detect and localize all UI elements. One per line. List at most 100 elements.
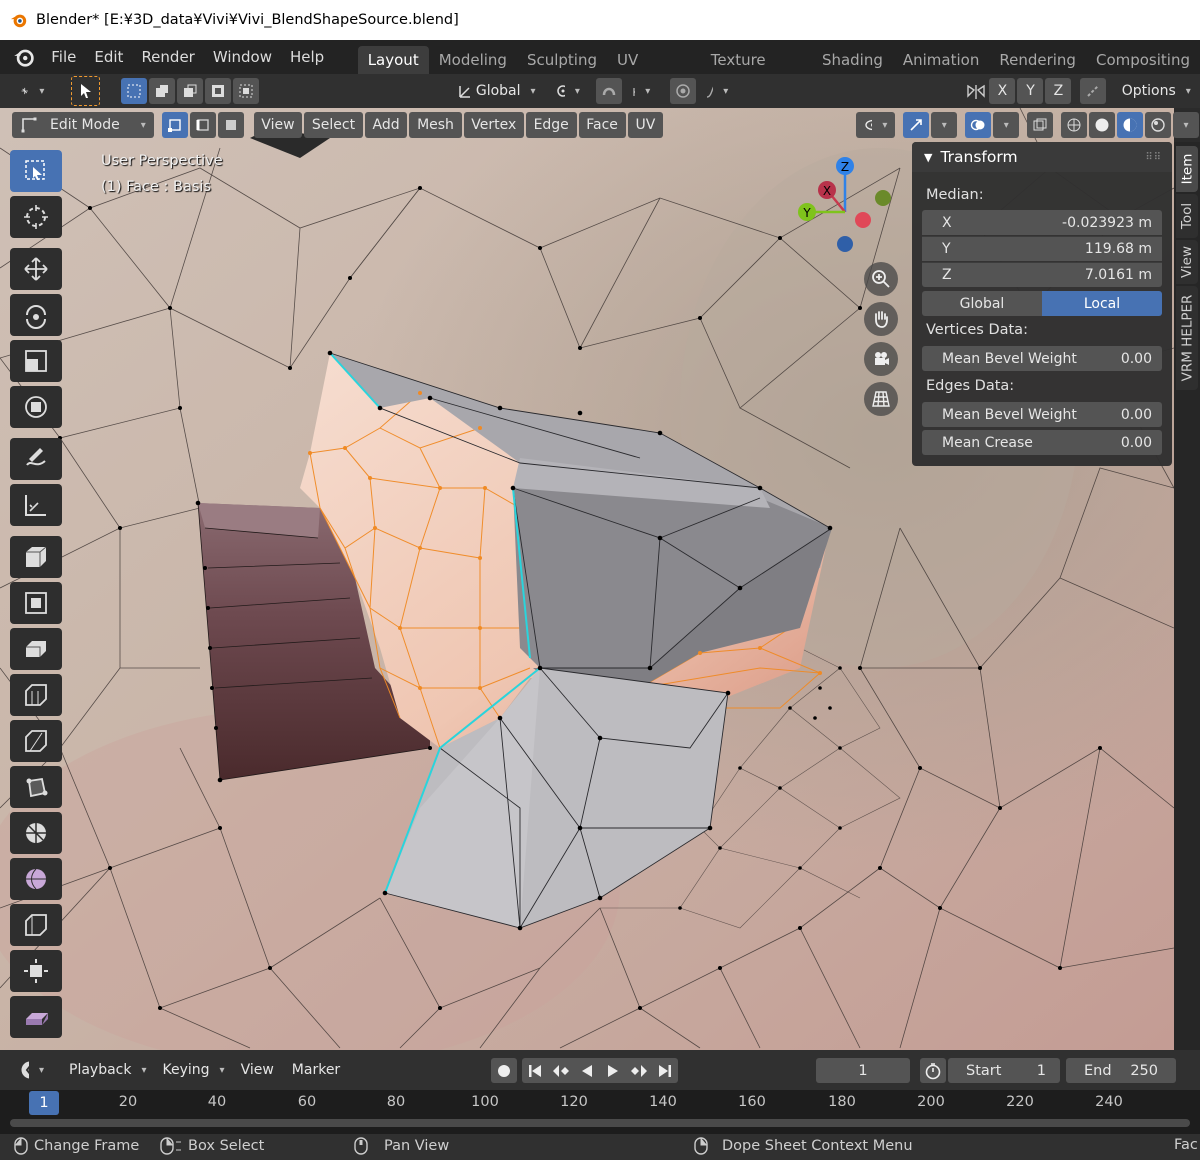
tab-vrm-helper[interactable]: VRM HELPER [1176,286,1198,390]
mode-dropdown[interactable]: Edit Mode ▾ [12,112,154,138]
tab-shading[interactable]: Shading [812,46,893,74]
record-button[interactable] [491,1058,517,1083]
navigation-gizmo[interactable]: Z X Y [785,150,905,260]
camera-view-button[interactable] [864,342,898,376]
active-tool-icon[interactable] [71,76,100,106]
vertex-select-mode-icon[interactable] [161,112,188,138]
playback-menu[interactable]: Playback ▾ [61,1057,155,1083]
tab-view[interactable]: View [1176,240,1198,284]
pan-view-button[interactable] [864,302,898,336]
next-keyframe-button[interactable] [626,1058,652,1083]
bevel-tool[interactable] [10,674,62,716]
tab-item[interactable]: Item [1176,146,1198,192]
median-z-field[interactable]: Z 7.0161 m [922,262,1162,287]
transform-panel-header[interactable]: ▼ Transform ⠿⠿ [912,142,1172,172]
visibility-dropdown[interactable]: ▾ [855,112,896,138]
menu-add[interactable]: Add [364,112,408,138]
shading-material-icon[interactable] [1116,112,1143,138]
menu-vertex[interactable]: Vertex [463,112,524,138]
mirror-z-toggle[interactable]: Z [1045,78,1072,104]
mean-crease-field[interactable]: Mean Crease 0.00 [922,430,1162,455]
mirror-x-toggle[interactable]: X [989,78,1016,104]
transform-tool[interactable] [10,386,62,428]
tab-rendering[interactable]: Rendering [989,46,1086,74]
add-cube-tool[interactable] [10,536,62,578]
shading-wireframe-icon[interactable] [1060,112,1087,138]
gizmo-toggle-icon[interactable] [903,112,930,138]
tab-tool[interactable]: Tool [1176,194,1198,238]
select-mode-extend-icon[interactable] [148,78,175,104]
menu-select[interactable]: Select [304,112,363,138]
select-mode-new-icon[interactable] [120,78,147,104]
menu-mesh[interactable]: Mesh [409,112,462,138]
timeline-editor-type[interactable]: ▾ [12,1057,52,1083]
menu-render[interactable]: Render [132,40,203,74]
play-button[interactable] [600,1058,626,1083]
editor-type-dropdown[interactable]: ▾ [12,78,53,104]
select-mode-intersect-icon[interactable] [232,78,259,104]
gizmo-dropdown[interactable]: ▾ [931,112,958,138]
smooth-tool[interactable] [10,858,62,900]
transform-orientation-dropdown[interactable]: Global ▾ [448,78,544,104]
options-dropdown[interactable]: Options ▾ [1113,78,1200,104]
overlays-toggle-icon[interactable] [965,112,992,138]
measure-tool[interactable] [10,484,62,526]
preview-range-toggle[interactable] [920,1058,946,1083]
start-frame-field[interactable]: Start 1 [948,1058,1060,1083]
marker-menu[interactable]: Marker [283,1057,349,1083]
zoom-view-button[interactable] [864,262,898,296]
keying-menu[interactable]: Keying ▾ [156,1057,231,1083]
snap-toggle-icon[interactable] [595,78,622,104]
shading-rendered-icon[interactable] [1144,112,1171,138]
median-y-field[interactable]: Y 119.68 m [922,236,1162,261]
ortho-toggle-button[interactable] [864,382,898,416]
shading-solid-icon[interactable] [1088,112,1115,138]
menu-edge[interactable]: Edge [525,112,577,138]
shrink-fatten-tool[interactable] [10,950,62,992]
select-mode-subtract-icon[interactable] [176,78,203,104]
menu-view[interactable]: View [253,112,303,138]
auto-merge-icon[interactable] [1080,78,1107,104]
play-reverse-button[interactable] [574,1058,600,1083]
menu-face[interactable]: Face [578,112,626,138]
timeline-view-menu[interactable]: View [232,1057,282,1083]
blender-menu-icon[interactable] [10,46,38,68]
tab-layout[interactable]: Layout [357,46,429,74]
extrude-tool[interactable] [10,582,62,624]
snap-target-dropdown[interactable]: ▾ [623,78,659,104]
tab-sculpting[interactable]: Sculpting [517,46,607,74]
annotate-tool[interactable] [10,438,62,480]
menu-help[interactable]: Help [281,40,333,74]
menu-uv[interactable]: UV [627,112,664,138]
drag-handle-icon[interactable]: ⠿⠿ [1145,152,1162,163]
select-box-tool[interactable] [10,150,62,192]
current-frame-field[interactable]: 1 [816,1058,910,1083]
loop-cut-tool[interactable] [10,720,62,762]
timeline-scrollbar[interactable] [10,1119,1190,1127]
tab-uv-editing[interactable]: UV Editing [607,46,701,97]
collapse-arrow-icon[interactable]: ▼ [924,151,932,164]
move-tool[interactable] [10,248,62,290]
proportional-edit-icon[interactable] [669,78,696,104]
overlays-dropdown[interactable]: ▾ [993,112,1020,138]
pivot-point-dropdown[interactable]: ▾ [545,78,588,104]
jump-end-button[interactable] [652,1058,678,1083]
xray-toggle-icon[interactable] [1027,112,1054,138]
shading-dropdown[interactable]: ▾ [1172,112,1199,138]
playhead[interactable]: 1 [29,1091,59,1115]
tab-modeling[interactable]: Modeling [429,46,517,74]
global-space-button[interactable]: Global [922,291,1042,316]
end-frame-field[interactable]: End 250 [1066,1058,1176,1083]
jump-start-button[interactable] [522,1058,548,1083]
knife-tool[interactable] [10,766,62,808]
edge-bevel-weight-field[interactable]: Mean Bevel Weight 0.00 [922,402,1162,427]
menu-edit[interactable]: Edit [85,40,132,74]
falloff-dropdown[interactable]: ▾ [697,78,737,104]
vertex-bevel-weight-field[interactable]: Mean Bevel Weight 0.00 [922,346,1162,371]
shear-tool[interactable] [10,996,62,1038]
local-space-button[interactable]: Local [1042,291,1162,316]
tab-animation[interactable]: Animation [893,46,989,74]
rotate-tool[interactable] [10,294,62,336]
median-x-field[interactable]: X -0.023923 m [922,210,1162,235]
menu-window[interactable]: Window [204,40,281,74]
